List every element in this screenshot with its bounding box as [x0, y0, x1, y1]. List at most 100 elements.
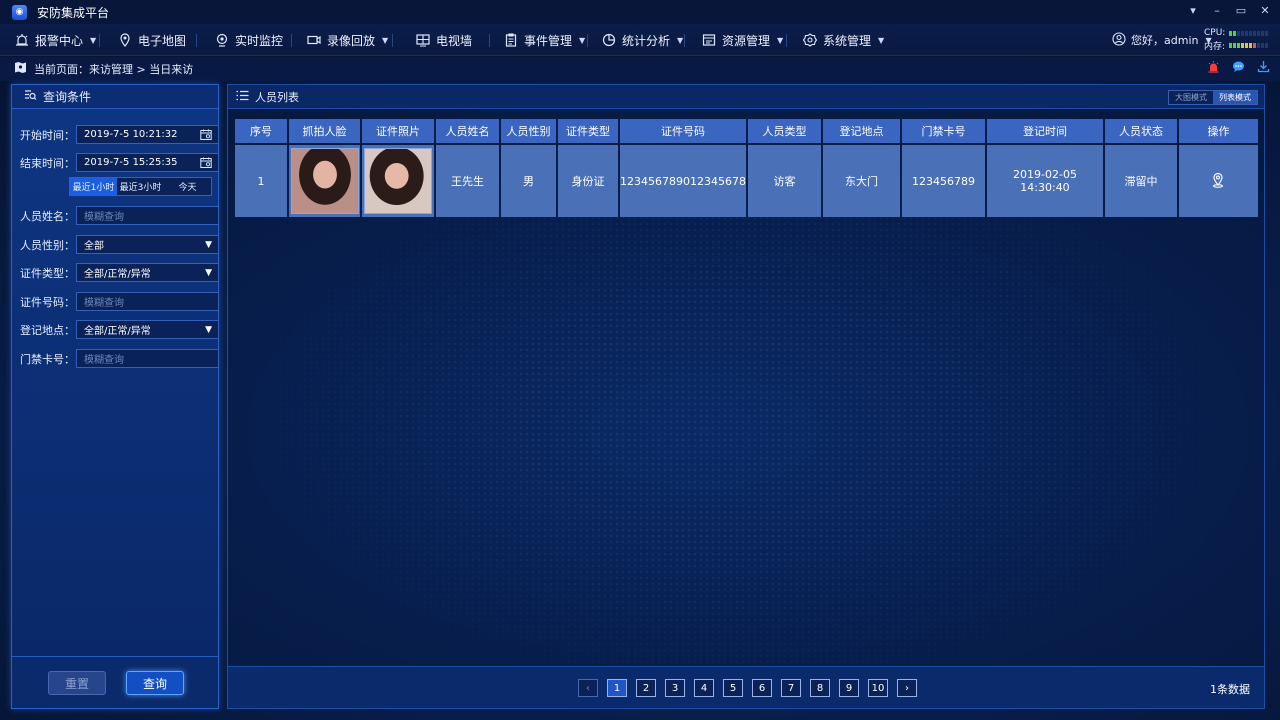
- page-6[interactable]: 6: [752, 679, 772, 697]
- close-icon[interactable]: ✕: [1258, 3, 1272, 19]
- query-panel-title: 查询条件: [43, 90, 92, 104]
- list-mode-button[interactable]: 列表模式: [1213, 91, 1257, 104]
- nav-statistics[interactable]: 统计分析 ▼: [601, 24, 683, 56]
- name-label: 人员姓名：: [20, 209, 75, 223]
- id-type-select[interactable]: 全部/正常/异常 ▼: [76, 263, 219, 282]
- place-label: 登记地点：: [20, 323, 75, 337]
- col-id-photo[interactable]: 证件照片: [362, 119, 434, 143]
- nav-system-mgmt[interactable]: 系统管理 ▼: [802, 24, 884, 56]
- gender-value: 全部: [84, 241, 104, 252]
- quick-range-today[interactable]: 今天: [164, 178, 211, 195]
- cell-status: 滞留中: [1104, 145, 1177, 217]
- page-8[interactable]: 8: [810, 679, 830, 697]
- nav-live-monitor[interactable]: 实时监控: [214, 24, 283, 56]
- col-id-type[interactable]: 证件类型: [558, 119, 618, 143]
- nav-alarm-center[interactable]: 报警中心 ▼: [14, 24, 96, 56]
- alarm-icon: [14, 32, 30, 48]
- calendar-icon[interactable]: [200, 157, 212, 171]
- id-photo-image[interactable]: [364, 148, 432, 214]
- nav-event-mgmt-label: 事件管理: [524, 33, 573, 48]
- col-place[interactable]: 登记地点: [822, 119, 900, 143]
- page-9[interactable]: 9: [839, 679, 859, 697]
- nav-event-mgmt[interactable]: 事件管理 ▼: [503, 24, 585, 56]
- reset-button[interactable]: 重置: [48, 671, 106, 695]
- user-menu[interactable]: 您好，admin ▼: [1112, 24, 1212, 56]
- map-book-icon: [14, 61, 27, 77]
- id-number-label: 证件号码：: [20, 295, 75, 309]
- big-image-mode-button[interactable]: 大图模式: [1169, 91, 1213, 104]
- download-icon[interactable]: [1257, 60, 1270, 76]
- clipboard-icon: [503, 32, 519, 48]
- col-id-number[interactable]: 证件号码: [620, 119, 746, 143]
- message-icon[interactable]: [1232, 60, 1245, 76]
- page-10[interactable]: 10: [868, 679, 888, 697]
- gender-select[interactable]: 全部 ▼: [76, 235, 219, 254]
- pie-chart-icon: [601, 32, 617, 48]
- page-4[interactable]: 4: [694, 679, 714, 697]
- col-index[interactable]: 序号: [235, 119, 287, 143]
- chevron-down-icon: ▼: [382, 35, 389, 45]
- nav-e-map[interactable]: 电子地图: [117, 24, 186, 56]
- prev-page-button[interactable]: ‹: [578, 679, 598, 697]
- col-face[interactable]: 抓拍人脸: [289, 119, 360, 143]
- query-actions: 重置 查询: [12, 656, 218, 708]
- card-row: 门禁卡号： 模糊查询: [20, 349, 219, 368]
- page-1[interactable]: 1: [607, 679, 627, 697]
- restore-icon[interactable]: ▭: [1234, 3, 1248, 19]
- nav-system-mgmt-label: 系统管理: [823, 33, 872, 48]
- alarm-light-icon[interactable]: [1207, 60, 1220, 76]
- table-row[interactable]: 1 王先生 男 身份证 123456789012345678 访客 东大门 12…: [235, 145, 1258, 217]
- col-person-type[interactable]: 人员类型: [747, 119, 821, 143]
- user-icon: [1112, 31, 1126, 49]
- col-name[interactable]: 人员姓名: [436, 119, 499, 143]
- query-button[interactable]: 查询: [126, 671, 184, 695]
- nav-playback[interactable]: 录像回放 ▼: [306, 24, 388, 56]
- page-2[interactable]: 2: [636, 679, 656, 697]
- col-time[interactable]: 登记时间: [986, 119, 1103, 143]
- resource-icon: [701, 32, 717, 48]
- cell-id-photo: [362, 145, 434, 217]
- main-nav: 报警中心 ▼ 电子地图 实时监控 录像回放 ▼ 电视墙 事件管理 ▼ 统计分析 …: [0, 24, 1280, 56]
- app-title: 安防集成平台: [37, 5, 110, 20]
- id-type-row: 证件类型： 全部/正常/异常 ▼: [20, 263, 219, 282]
- id-number-input[interactable]: 模糊查询: [76, 292, 219, 311]
- nav-tv-wall[interactable]: 电视墙: [415, 24, 472, 56]
- map-pin-icon: [117, 32, 133, 48]
- page-3[interactable]: 3: [665, 679, 685, 697]
- captured-face-image[interactable]: [290, 148, 359, 214]
- quick-range-last-1h[interactable]: 最近1小时: [70, 178, 117, 195]
- col-gender[interactable]: 人员性别: [501, 119, 556, 143]
- start-time-value: 2019-7-5 10:21:32: [84, 129, 178, 140]
- page-5[interactable]: 5: [723, 679, 743, 697]
- chevron-down-icon: ▼: [777, 35, 784, 45]
- name-row: 人员姓名： 模糊查询: [20, 206, 219, 225]
- place-select[interactable]: 全部/正常/异常 ▼: [76, 320, 219, 339]
- next-page-button[interactable]: ›: [897, 679, 917, 697]
- chevron-down-icon: ▼: [677, 35, 684, 45]
- end-time-field[interactable]: 2019-7-5 15:25:35: [76, 153, 219, 172]
- col-status[interactable]: 人员状态: [1104, 119, 1177, 143]
- id-number-row: 证件号码： 模糊查询: [20, 292, 219, 311]
- calendar-icon[interactable]: [200, 129, 212, 143]
- nav-resource-mgmt-label: 资源管理: [722, 33, 771, 48]
- quick-range-last-3h[interactable]: 最近3小时: [117, 178, 164, 195]
- cell-index: 1: [235, 145, 287, 217]
- nav-statistics-label: 统计分析: [622, 33, 671, 48]
- card-input[interactable]: 模糊查询: [76, 349, 219, 368]
- person-table: 序号 抓拍人脸 证件照片 人员姓名 人员性别 证件类型 证件号码 人员类型 登记…: [233, 117, 1260, 219]
- memory-meter: [1229, 42, 1268, 48]
- col-card[interactable]: 门禁卡号: [901, 119, 985, 143]
- window-menu-icon[interactable]: ▾: [1186, 3, 1200, 19]
- app-logo-icon: ◉: [12, 4, 27, 20]
- id-type-label: 证件类型：: [20, 266, 75, 280]
- cell-place: 东大门: [822, 145, 900, 217]
- locate-icon[interactable]: [1211, 172, 1225, 191]
- quick-range-tabs: 最近1小时 最近3小时 今天: [69, 177, 212, 196]
- cell-id-number: 123456789012345678: [620, 145, 746, 217]
- minimize-icon[interactable]: –: [1210, 3, 1224, 19]
- cell-id-type: 身份证: [558, 145, 618, 217]
- page-7[interactable]: 7: [781, 679, 801, 697]
- nav-resource-mgmt[interactable]: 资源管理 ▼: [701, 24, 783, 56]
- start-time-field[interactable]: 2019-7-5 10:21:32: [76, 125, 219, 144]
- name-input[interactable]: 模糊查询: [76, 206, 219, 225]
